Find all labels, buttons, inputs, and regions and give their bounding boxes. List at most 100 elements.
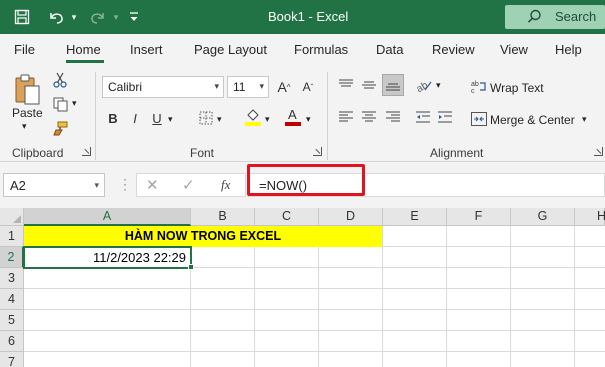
gridline [24, 288, 605, 289]
tab-file[interactable]: File [14, 42, 35, 57]
column-header-e[interactable]: E [383, 208, 447, 226]
paste-dropdown-icon[interactable]: ▾ [22, 121, 27, 132]
gridline [24, 330, 605, 331]
row-header-1[interactable]: 1 [0, 226, 24, 247]
row-header-4[interactable]: 4 [0, 289, 24, 310]
decrease-font-icon[interactable]: Aˇ [298, 77, 318, 97]
row-header-5[interactable]: 5 [0, 310, 24, 331]
row-header-3[interactable]: 3 [0, 268, 24, 289]
cut-icon[interactable] [50, 70, 70, 90]
wrap-text-icon[interactable]: ab c [470, 78, 488, 96]
row-header-6[interactable]: 6 [0, 331, 24, 352]
svg-text:c: c [471, 88, 475, 94]
name-box[interactable]: A2 ▾ [3, 173, 105, 197]
tab-page-layout[interactable]: Page Layout [194, 42, 267, 57]
column-header-f[interactable]: F [447, 208, 511, 226]
row-header-2[interactable]: 2 [0, 247, 24, 268]
orientation-icon[interactable]: ab [414, 76, 434, 94]
clipboard-group-label: Clipboard [12, 146, 64, 160]
borders-dropdown-icon[interactable]: ▾ [217, 114, 222, 125]
underline-dropdown-icon[interactable]: ▾ [168, 114, 173, 125]
redo-dropdown-icon[interactable]: ▾ [110, 5, 122, 29]
search-icon [527, 9, 542, 27]
column-header-b[interactable]: B [191, 208, 255, 226]
fill-color-dropdown-icon[interactable]: ▾ [265, 114, 270, 125]
column-header-c[interactable]: C [255, 208, 319, 226]
column-header-a[interactable]: A [24, 208, 191, 226]
undo-icon[interactable] [44, 5, 68, 29]
align-right-icon[interactable] [384, 108, 402, 126]
tab-insert[interactable]: Insert [130, 42, 163, 57]
title-bar: ▾ ▾ Book1 - Excel Search [0, 0, 605, 34]
top-align-icon[interactable] [337, 76, 355, 94]
tab-help[interactable]: Help [555, 42, 582, 57]
insert-function-button[interactable]: fx [221, 177, 230, 193]
fill-handle[interactable] [188, 264, 194, 270]
column-header-g[interactable]: G [511, 208, 575, 226]
cell-a1-merged-title[interactable]: HÀM NOW TRONG EXCEL [24, 226, 382, 247]
copy-icon[interactable] [50, 94, 70, 114]
chevron-down-icon: ▾ [259, 81, 264, 91]
save-icon[interactable] [10, 5, 34, 29]
bold-button[interactable]: B [104, 108, 122, 128]
increase-font-icon[interactable]: A ^ [274, 77, 294, 97]
tab-formulas[interactable]: Formulas [294, 42, 348, 57]
bottom-align-icon[interactable] [382, 74, 404, 96]
alignment-launcher-icon[interactable] [594, 147, 603, 156]
font-size-dropdown[interactable]: 11 ▾ [227, 76, 269, 98]
name-box-value: A2 [10, 178, 26, 193]
borders-icon[interactable] [196, 108, 216, 128]
select-all-button[interactable] [0, 208, 24, 226]
clipboard-launcher-icon[interactable] [82, 147, 91, 156]
format-painter-icon[interactable] [50, 118, 70, 138]
search-box[interactable]: Search [505, 5, 605, 29]
gridline [318, 226, 319, 367]
merge-center-icon[interactable] [470, 110, 488, 128]
paste-button[interactable]: Paste [12, 106, 43, 120]
gridline [24, 309, 605, 310]
tab-home[interactable]: Home [66, 42, 101, 57]
align-left-icon[interactable] [337, 108, 355, 126]
tab-review[interactable]: Review [432, 42, 475, 57]
align-center-icon[interactable] [360, 108, 378, 126]
underline-button[interactable]: U [148, 108, 166, 128]
font-color-dropdown-icon[interactable]: ▾ [306, 114, 311, 125]
gridline [446, 226, 447, 367]
wrap-text-button[interactable]: Wrap Text [490, 81, 544, 95]
font-launcher-icon[interactable] [313, 147, 322, 156]
ribbon-separator [327, 72, 328, 160]
font-color-icon[interactable]: A [283, 106, 303, 128]
copy-dropdown-icon[interactable]: ▾ [72, 98, 77, 109]
middle-align-icon[interactable] [360, 76, 378, 94]
customize-toolbar-icon[interactable] [126, 5, 142, 29]
svg-text:ab: ab [471, 81, 479, 88]
fill-color-icon[interactable] [243, 106, 263, 128]
formula-highlight-box [247, 164, 365, 196]
decrease-indent-icon[interactable] [414, 108, 432, 126]
active-tab-indicator [66, 60, 104, 63]
redo-icon[interactable] [86, 5, 110, 29]
search-label: Search [555, 9, 597, 24]
merge-dropdown-icon[interactable]: ▾ [582, 114, 587, 125]
worksheet-grid[interactable]: A B C D E F G H 1 2 3 4 5 6 7 HÀM NOW TR… [0, 208, 605, 367]
column-header-d[interactable]: D [319, 208, 383, 226]
gridline [254, 226, 255, 367]
alignment-group-label: Alignment [430, 146, 484, 160]
paste-icon[interactable] [10, 72, 44, 108]
merge-center-button[interactable]: Merge & Center [490, 113, 575, 127]
italic-button[interactable]: I [126, 108, 144, 128]
chevron-down-icon: ▾ [214, 81, 219, 91]
undo-dropdown-icon[interactable]: ▾ [68, 5, 80, 29]
font-name-dropdown[interactable]: Calibri ▾ [102, 76, 224, 98]
tab-view[interactable]: View [500, 42, 528, 57]
increase-indent-icon[interactable] [436, 108, 454, 126]
window-title: Book1 - Excel [268, 9, 349, 24]
tab-data[interactable]: Data [376, 42, 403, 57]
cancel-icon[interactable]: ✕ [146, 176, 159, 194]
gridline [510, 226, 511, 367]
column-header-h[interactable]: H [575, 208, 605, 226]
orientation-dropdown-icon[interactable]: ▾ [436, 80, 441, 91]
cell-a2-selected[interactable]: 11/2/2023 22:29 [23, 246, 192, 269]
row-header-7[interactable]: 7 [0, 352, 24, 367]
enter-icon[interactable]: ✓ [182, 176, 195, 194]
